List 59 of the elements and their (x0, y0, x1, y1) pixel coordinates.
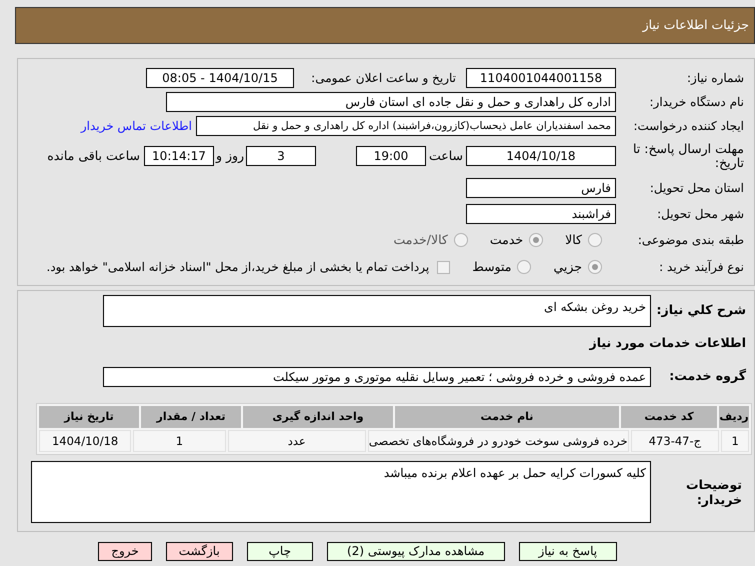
field-label: نام دستگاه خریدار: (648, 94, 744, 110)
text-field[interactable]: 1404/10/15 - 08:05 (146, 68, 294, 88)
table-cell: خرده فروشی سوخت خودرو در فروشگاه‌های تخصصی (368, 430, 629, 452)
field-label: ایجاد کننده درخواست: (632, 118, 744, 134)
table-cell: 1 (721, 430, 749, 452)
text-field[interactable]: فارس (466, 178, 616, 198)
field-label: طبقه بندی موضوعی: (636, 232, 744, 249)
radio-label: کالا/خدمت (393, 230, 448, 249)
radio-label: کالا (565, 230, 582, 249)
column-header: ردیف (719, 406, 749, 428)
radio-button[interactable] (517, 260, 532, 274)
radio-label: متوسط (472, 258, 512, 276)
field-label: نوع فرآیند خرید : (658, 259, 744, 276)
text-field[interactable]: 1404/10/18 (466, 146, 616, 166)
field-label: مهلت ارسال پاسخ: تا تاریخ: (632, 142, 744, 170)
field-label: شهر محل تحویل: (656, 206, 744, 222)
checkbox-label: پرداخت تمام یا بخشی از مبلغ خرید،از محل "اسناد خزانه اسلامی" خواهد بود. (46, 259, 430, 276)
text-area[interactable]: کلیه کسورات کرایه حمل بر عهده اعلام برنده میباشد (31, 460, 651, 523)
countdown-field[interactable]: 10:14:17 (144, 146, 214, 166)
text-field[interactable]: 19:00 (356, 146, 426, 166)
text-field[interactable]: فراشبند (466, 204, 616, 224)
column-header: واحد اندازه گیری (243, 406, 393, 428)
column-header: کد خدمت (621, 406, 717, 428)
text-field[interactable]: عمده فروشی و خرده فروشی ؛ تعمیر وسایل نقلیه موتوری و موتور سیکلت (103, 366, 651, 387)
field-label: شماره نیاز: (686, 70, 744, 86)
action-button[interactable]: خروج (98, 542, 152, 561)
buyer-contact-link[interactable]: اطلاعات تماس خریدار (80, 116, 192, 134)
days-label: روز و (214, 146, 246, 165)
action-button[interactable]: پاسخ به نیاز (518, 542, 617, 561)
column-header: تعداد / مقدار (141, 406, 241, 428)
table-cell: عدد (228, 430, 366, 452)
action-button[interactable]: بازگشت (166, 542, 233, 561)
radio-label: جزیي (553, 258, 582, 276)
field-label: تاریخ و ساعت اعلان عمومی: (310, 70, 456, 86)
text-field[interactable]: 1104001044001158 (466, 68, 616, 88)
radio-button[interactable] (588, 233, 602, 247)
text-field[interactable]: اداره کل راهداری و حمل و نقل جاده ای استان فارس (166, 92, 616, 112)
field-label: گروه خدمت: (668, 367, 746, 386)
action-button[interactable]: مشاهده مدارک پیوستی (2) (326, 542, 505, 561)
field-label: استان محل تحویل: (648, 180, 744, 196)
section-heading: اطلاعات خدمات مورد نیاز (588, 334, 746, 352)
radio-label: خدمت (490, 230, 524, 249)
table-cell: 1 (133, 430, 226, 452)
field-label: توضیحات خریدار: (685, 476, 743, 507)
table-cell: 1404/10/18 (38, 430, 132, 452)
column-header: تاریخ نیاز (39, 406, 139, 428)
remaining-label: ساعت باقی مانده (47, 146, 140, 165)
column-header: نام خدمت (395, 406, 619, 428)
page-title: جزئیات اطلاعات نیاز (642, 16, 749, 34)
text-field[interactable]: 3 (246, 146, 316, 166)
field-label: شرح کلي نياز: (656, 301, 746, 319)
text-field[interactable]: محمد اسفندیاران عامل ذیحساب(کازرون،فراشبند) اداره کل راهداری و حمل و نقل (196, 116, 616, 136)
text-area[interactable]: خرید روغن بشکه ای (103, 295, 651, 327)
action-button[interactable]: چاپ (246, 542, 313, 561)
checkbox[interactable] (437, 260, 450, 274)
radio-button[interactable] (588, 260, 602, 274)
table-cell: ج-47-473 (630, 430, 720, 452)
time-label: ساعت (428, 146, 464, 165)
radio-button[interactable] (529, 233, 544, 247)
